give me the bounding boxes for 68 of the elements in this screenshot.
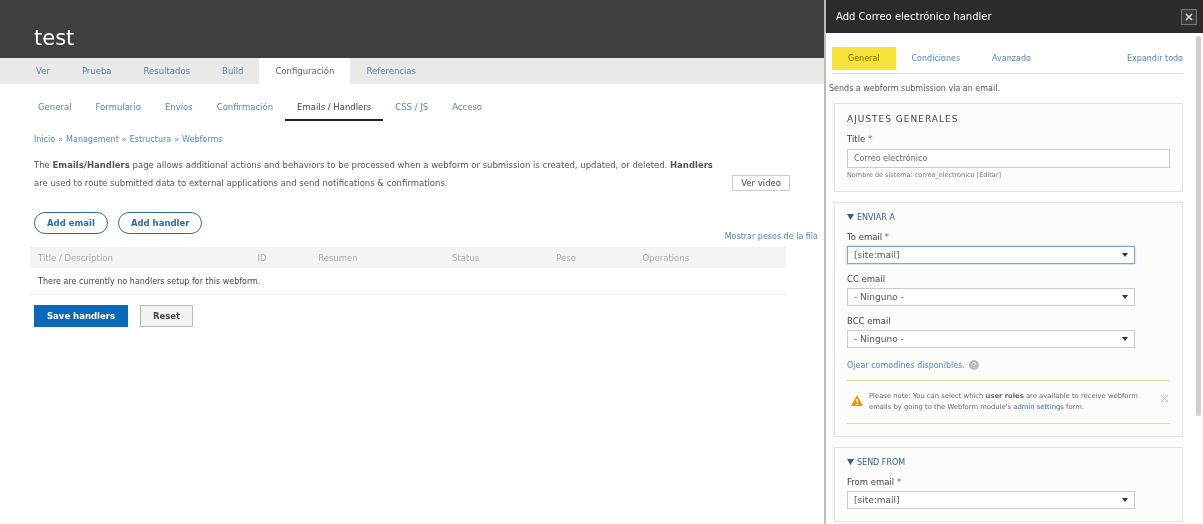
section-toggle[interactable]: SEND FROM: [847, 458, 1170, 467]
tab[interactable]: General: [832, 47, 896, 70]
tab[interactable]: Avanzado: [976, 47, 1047, 70]
breadcrumb-separator: »: [121, 135, 127, 144]
select-field[interactable]: - Ninguno -: [847, 288, 1135, 306]
caret-icon: [1122, 337, 1128, 341]
column-header: ID: [249, 247, 311, 268]
tab[interactable]: Ver: [20, 58, 66, 84]
select-field[interactable]: - Ninguno -: [847, 330, 1135, 348]
close-button[interactable]: [1181, 8, 1197, 25]
required-mark: *: [896, 477, 902, 487]
tab[interactable]: CSS / JS: [383, 98, 441, 121]
caret-icon: [1122, 295, 1128, 299]
caret-icon[interactable]: [847, 459, 854, 465]
breadcrumb-separator: »: [58, 135, 64, 144]
save-button[interactable]: Save handlers: [34, 305, 128, 327]
intro-text: Sends a webform submission via an email.: [828, 84, 1001, 93]
field-label: To email *: [847, 232, 891, 242]
tab[interactable]: Referencias: [350, 58, 432, 84]
field-label: From email *: [847, 477, 903, 487]
tab[interactable]: Build: [206, 58, 260, 84]
column-header: Operations: [634, 247, 786, 268]
breadcrumb-link[interactable]: Inicio: [34, 135, 56, 144]
page-title: test: [34, 26, 75, 50]
description-text: The Emails/Handlers page allows additional actions and behaviors to be processed when a webform or submission is created, updated, or deleted. Handlers are used to route submitted data to external applications and send notifications & confirmations.: [34, 159, 714, 190]
breadcrumb-link[interactable]: Webforms: [182, 135, 223, 144]
breadcrumb-link[interactable]: Management: [66, 135, 119, 144]
select-field[interactable]: [site:mail]: [847, 246, 1135, 264]
weights-link[interactable]: Mostrar pesos de la fila: [724, 232, 818, 241]
caret-icon[interactable]: [847, 214, 854, 220]
tab[interactable]: Confirmación: [204, 98, 286, 121]
tab[interactable]: Condiciones: [895, 47, 977, 70]
section-toggle[interactable]: ENVIAR A: [847, 213, 1170, 222]
caret-icon: [1122, 498, 1128, 502]
scrollbar[interactable]: [1196, 36, 1201, 416]
close-icon: [1185, 12, 1193, 21]
add-button[interactable]: Add handler: [117, 212, 203, 234]
add-button[interactable]: Add email: [34, 212, 108, 234]
tokens-link[interactable]: Ojear comodines disponibles.: [847, 360, 965, 370]
caret-icon: [1122, 253, 1128, 257]
breadcrumb-separator: »: [174, 135, 180, 144]
tab[interactable]: Emails / Handlers: [285, 98, 384, 121]
empty-message: There are currently no handlers setup for this webform.: [30, 268, 786, 295]
video-button[interactable]: Ver video: [732, 175, 790, 191]
required-mark: *: [867, 134, 873, 144]
column-header: Status: [444, 247, 549, 268]
required-mark: *: [884, 232, 890, 242]
breadcrumb-link[interactable]: Estructura: [129, 135, 172, 144]
dialog-title: Add Correo electrónico handler: [836, 11, 992, 22]
warning-icon: [851, 395, 863, 406]
tab[interactable]: General: [26, 98, 84, 121]
column-header: Peso: [548, 247, 635, 268]
reset-button[interactable]: Reset: [140, 305, 194, 327]
section-title: AJUSTES GENERALES: [847, 114, 960, 124]
field-label: BCC email: [847, 316, 892, 326]
tab[interactable]: Envíos: [152, 98, 205, 121]
text-field[interactable]: Correo electrónico: [847, 149, 1170, 168]
select-field[interactable]: [site:mail]: [847, 491, 1135, 509]
tab[interactable]: Prueba: [65, 58, 128, 84]
expand-all-link[interactable]: Expandir todo: [1127, 54, 1183, 63]
field-label: Title *: [847, 134, 874, 144]
field-label: CC email: [847, 274, 886, 284]
tab[interactable]: Acceso: [440, 98, 495, 121]
column-header: Title / Description: [30, 247, 250, 268]
column-header: Resumen: [310, 247, 445, 268]
tab[interactable]: Resultados: [127, 58, 207, 84]
tab[interactable]: Configuración: [259, 58, 351, 84]
tab[interactable]: Formulario: [83, 98, 153, 121]
